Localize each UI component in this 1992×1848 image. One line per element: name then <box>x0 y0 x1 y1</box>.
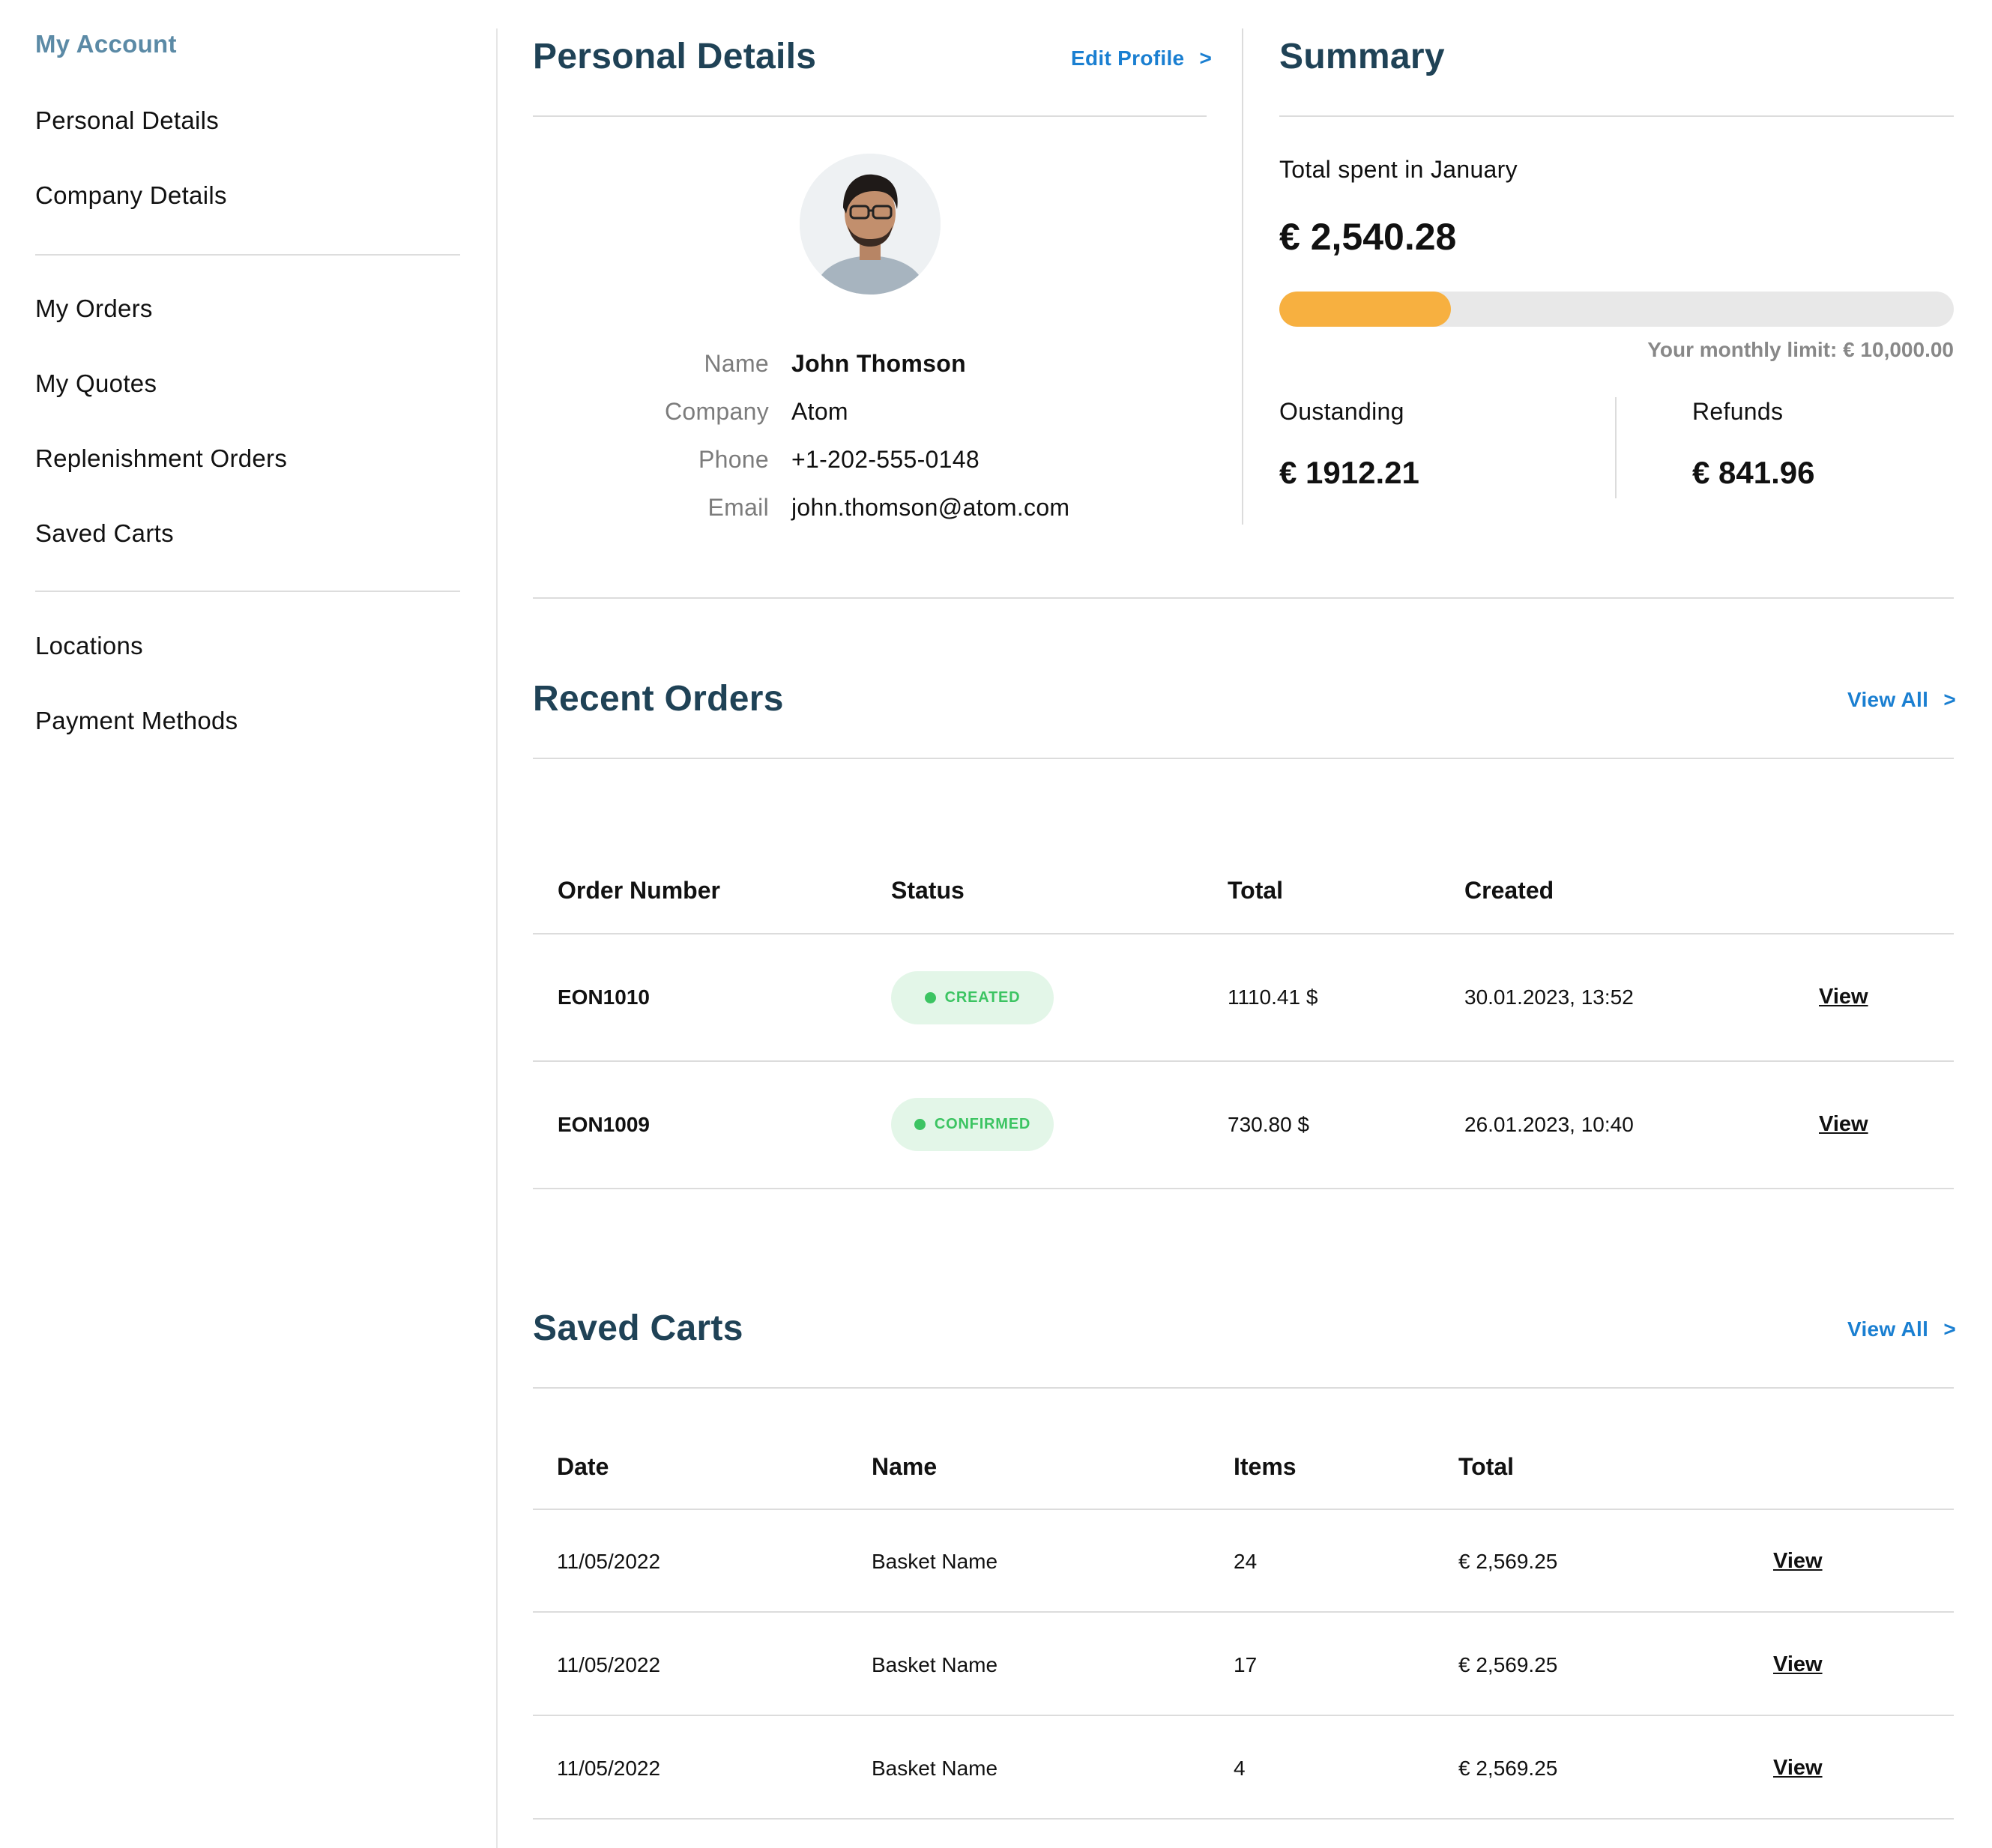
status-badge: CONFIRMED <box>891 1098 1054 1151</box>
sidebar-divider <box>35 254 460 256</box>
user-photo-icon <box>800 154 941 295</box>
cart-name: Basket Name <box>872 1550 998 1573</box>
recent-orders-view-all-link[interactable]: View All > <box>1847 688 1956 712</box>
company-value: Atom <box>791 398 848 425</box>
cart-items: 4 <box>1234 1757 1246 1780</box>
column-header-total: Total <box>1458 1453 1515 1480</box>
view-cart-link[interactable]: View <box>1773 1549 1823 1574</box>
monthly-limit-text: Your monthly limit: € 10,000.00 <box>1647 338 1954 361</box>
row-divider <box>533 1715 1954 1716</box>
cart-total: € 2,569.25 <box>1458 1757 1558 1780</box>
order-created: 30.01.2023, 13:52 <box>1464 985 1634 1009</box>
saved-carts-title: Saved Carts <box>533 1308 743 1348</box>
view-cart-link[interactable]: View <box>1773 1756 1823 1781</box>
table-header-divider <box>533 1509 1954 1510</box>
sidebar-item-my-orders[interactable]: My Orders <box>35 295 153 323</box>
outstanding-label: Oustanding <box>1279 398 1404 425</box>
saved-carts-view-all-link[interactable]: View All > <box>1847 1317 1956 1341</box>
email-label: Email <box>707 494 769 521</box>
column-header-items: Items <box>1234 1453 1297 1480</box>
name-label: Name <box>704 350 769 377</box>
sidebar-item-payment-methods[interactable]: Payment Methods <box>35 707 238 735</box>
order-created: 26.01.2023, 10:40 <box>1464 1113 1634 1136</box>
name-value: John Thomson <box>791 350 966 377</box>
cart-name: Basket Name <box>872 1757 998 1780</box>
recent-orders-title: Recent Orders <box>533 679 784 719</box>
sidebar-item-replenishment-orders[interactable]: Replenishment Orders <box>35 444 287 473</box>
cart-name: Basket Name <box>872 1653 998 1676</box>
status-text: CREATED <box>944 989 1021 1006</box>
view-all-label: View All <box>1847 1317 1929 1341</box>
company-label: Company <box>664 398 769 425</box>
chevron-right-icon: > <box>1943 1317 1956 1341</box>
order-number: EON1010 <box>558 985 650 1009</box>
summary-title: Summary <box>1279 37 1445 76</box>
summary-vertical-divider <box>1242 28 1243 525</box>
row-divider <box>533 1188 1954 1189</box>
cart-date: 11/05/2022 <box>557 1653 661 1676</box>
table-header-divider <box>533 933 1954 934</box>
section-divider <box>1279 115 1954 117</box>
email-value: john.thomson@atom.com <box>791 494 1070 521</box>
phone-label: Phone <box>698 446 769 473</box>
cart-items: 24 <box>1234 1550 1258 1573</box>
avatar <box>800 154 941 295</box>
edit-profile-link[interactable]: Edit Profile > <box>1071 46 1212 70</box>
status-text: CONFIRMED <box>934 1116 1031 1132</box>
cart-total: € 2,569.25 <box>1458 1653 1558 1676</box>
order-number: EON1009 <box>558 1113 650 1136</box>
status-dot-icon <box>924 992 936 1003</box>
column-header-date: Date <box>557 1453 609 1480</box>
section-divider <box>533 758 1954 759</box>
row-divider <box>533 1611 1954 1613</box>
personal-details-title: Personal Details <box>533 37 817 76</box>
column-header-created: Created <box>1464 877 1554 904</box>
column-header-total: Total <box>1228 877 1284 904</box>
view-order-link[interactable]: View <box>1819 1112 1868 1137</box>
row-divider <box>533 1818 1954 1820</box>
section-divider <box>533 597 1954 599</box>
sidebar-item-my-quotes[interactable]: My Quotes <box>35 369 157 398</box>
sidebar-item-company-details[interactable]: Company Details <box>35 181 227 210</box>
edit-profile-label: Edit Profile <box>1071 46 1185 70</box>
section-divider <box>533 115 1207 117</box>
monthly-limit-progress-bar <box>1279 292 1954 327</box>
refunds-value: € 841.96 <box>1692 455 1815 490</box>
status-badge: CREATED <box>891 971 1054 1024</box>
cart-date: 11/05/2022 <box>557 1550 661 1573</box>
view-cart-link[interactable]: View <box>1773 1652 1823 1677</box>
summary-stat-divider <box>1615 397 1617 498</box>
cart-items: 17 <box>1234 1653 1258 1676</box>
row-divider <box>533 1060 1954 1062</box>
cart-date: 11/05/2022 <box>557 1757 661 1780</box>
section-divider <box>533 1387 1954 1389</box>
outstanding-value: € 1912.21 <box>1279 455 1419 490</box>
column-header-status: Status <box>891 877 965 904</box>
sidebar: My Account Personal Details Company Deta… <box>0 0 497 1848</box>
progress-fill <box>1279 292 1451 327</box>
phone-value: +1-202-555-0148 <box>791 446 980 473</box>
cart-total: € 2,569.25 <box>1458 1550 1558 1573</box>
order-total: 730.80 $ <box>1228 1113 1309 1136</box>
view-order-link[interactable]: View <box>1819 985 1868 1009</box>
sidebar-vertical-divider <box>496 28 498 1848</box>
sidebar-item-personal-details[interactable]: Personal Details <box>35 106 219 135</box>
order-total: 1110.41 $ <box>1228 985 1318 1009</box>
sidebar-title-my-account[interactable]: My Account <box>35 30 177 58</box>
status-dot-icon <box>914 1119 926 1130</box>
chevron-right-icon: > <box>1943 688 1956 711</box>
total-spent-label: Total spent in January <box>1279 156 1518 183</box>
view-all-label: View All <box>1847 688 1929 711</box>
column-header-name: Name <box>872 1453 938 1480</box>
sidebar-item-saved-carts[interactable]: Saved Carts <box>35 519 174 548</box>
sidebar-item-locations[interactable]: Locations <box>35 632 143 660</box>
sidebar-divider <box>35 591 460 592</box>
total-spent-value: € 2,540.28 <box>1279 216 1457 258</box>
column-header-order-number: Order Number <box>558 877 720 904</box>
refunds-label: Refunds <box>1692 398 1784 425</box>
chevron-right-icon: > <box>1199 46 1213 70</box>
